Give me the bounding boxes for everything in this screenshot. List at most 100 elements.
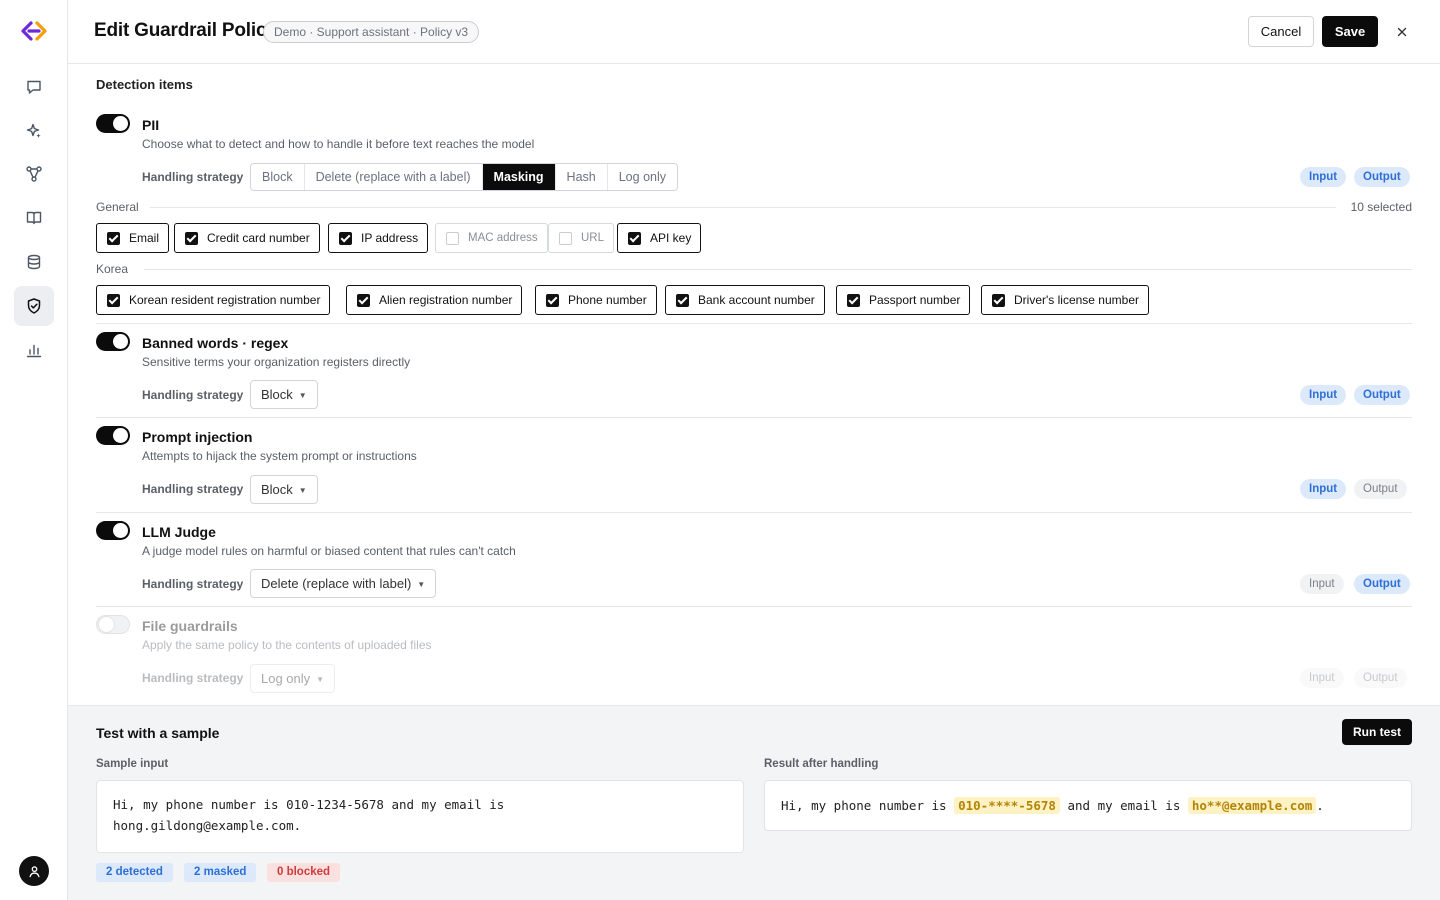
pii-item-passport[interactable]: Passport number — [836, 285, 971, 315]
sidebar — [0, 0, 68, 900]
pii-toggle[interactable] — [96, 114, 130, 133]
pii-item-label: MAC address — [468, 232, 538, 244]
banned-words-input-chip[interactable]: Input — [1300, 385, 1347, 405]
user-avatar[interactable] — [19, 856, 49, 886]
select-value: Delete (replace with label) — [261, 576, 412, 591]
rule-divider — [96, 323, 1412, 324]
result-text: and my email is — [1059, 798, 1188, 813]
sidebar-item-data[interactable] — [14, 242, 54, 282]
pii-item-label: Bank account number — [698, 293, 815, 307]
pii-item-label: Email — [129, 231, 160, 245]
sidebar-item-chat[interactable] — [14, 67, 54, 107]
prompt-injection-input-chip[interactable]: Input — [1300, 479, 1347, 499]
banned-words-toggle[interactable] — [96, 332, 130, 351]
pii-output-chip[interactable]: Output — [1354, 167, 1410, 187]
result-label: Result after handling — [764, 758, 879, 770]
sidebar-item-knowledge[interactable] — [14, 198, 54, 238]
cancel-button[interactable]: Cancel — [1248, 16, 1314, 47]
page-header: Edit Guardrail Policy Demo · Support ass… — [68, 0, 1440, 64]
pii-item-bank-account[interactable]: Bank account number — [665, 285, 825, 315]
llm-judge-strategy-label: Handling strategy — [142, 577, 244, 591]
detection-panel: Detection items PII Choose what to detec… — [68, 64, 1440, 706]
checkbox-icon — [339, 231, 352, 245]
prompt-injection-description: Attempts to hijack the system prompt or … — [142, 449, 417, 463]
result-text: Hi, my phone number is — [781, 798, 955, 813]
run-test-button[interactable]: Run test — [1342, 719, 1412, 745]
result-text: . — [1316, 798, 1324, 813]
select-value: Block — [261, 387, 293, 402]
pii-item-alien-registration[interactable]: Alien registration number — [346, 285, 523, 315]
korea-group-label: Korea — [96, 262, 129, 276]
prompt-injection-toggle[interactable] — [96, 426, 130, 445]
pii-item-resident-registration[interactable]: Korean resident registration number — [96, 285, 331, 315]
banned-words-strategy-select[interactable]: Block ▼ — [250, 380, 318, 409]
pii-item-label: Phone number — [568, 293, 647, 307]
pii-strategy-label: Handling strategy — [142, 170, 244, 184]
strategy-option-delete[interactable]: Delete (replace with a label) — [305, 164, 483, 190]
prompt-injection-title: Prompt injection — [142, 429, 253, 445]
pii-input-chip[interactable]: Input — [1300, 167, 1347, 187]
pii-item-label: Driver's license number — [1014, 293, 1139, 307]
checkbox-icon — [107, 231, 120, 245]
sample-input-field[interactable]: Hi, my phone number is 010-1234-5678 and… — [96, 780, 744, 853]
pii-item-label: URL — [581, 232, 605, 244]
save-button[interactable]: Save — [1322, 16, 1378, 47]
sidebar-item-analytics[interactable] — [14, 330, 54, 370]
file-guardrails-toggle[interactable] — [96, 615, 130, 634]
strategy-option-block[interactable]: Block — [251, 164, 305, 190]
logo-icon[interactable] — [20, 18, 48, 44]
detected-count-badge: 2 detected — [96, 863, 173, 882]
checkbox-icon — [357, 293, 370, 307]
masked-email-highlight: ho**@example.com — [1187, 797, 1317, 814]
sidebar-item-agents[interactable] — [14, 111, 54, 151]
llm-judge-output-chip[interactable]: Output — [1354, 574, 1410, 594]
prompt-injection-strategy-label: Handling strategy — [142, 482, 244, 496]
llm-judge-input-chip[interactable]: Input — [1300, 574, 1344, 594]
chevron-down-icon: ▼ — [316, 675, 325, 684]
file-guardrails-strategy-select[interactable]: Log only ▼ — [250, 664, 336, 693]
selected-count: 10 selected — [1350, 200, 1412, 214]
strategy-option-masking[interactable]: Masking — [482, 164, 556, 190]
file-guardrails-output-chip[interactable]: Output — [1354, 668, 1407, 688]
group-divider — [150, 207, 1336, 208]
pii-item-credit-card[interactable]: Credit card number — [174, 223, 320, 253]
test-title: Test with a sample — [96, 725, 220, 741]
user-icon — [28, 865, 40, 877]
checkbox-icon — [676, 293, 689, 307]
file-guardrails-input-chip[interactable]: Input — [1300, 668, 1344, 688]
database-icon — [27, 254, 41, 270]
rule-divider — [96, 417, 1412, 418]
strategy-option-log-only[interactable]: Log only — [608, 164, 677, 190]
close-button[interactable] — [1391, 21, 1413, 43]
strategy-option-hash[interactable]: Hash — [556, 164, 608, 190]
sparkle-icon — [26, 123, 41, 138]
sidebar-item-workflows[interactable] — [14, 154, 54, 194]
general-group-label: General — [96, 200, 139, 214]
shield-check-icon — [27, 298, 41, 314]
pii-item-label: Passport number — [869, 293, 961, 307]
pii-item-ip-address[interactable]: IP address — [328, 223, 429, 253]
page-title: Edit Guardrail Policy — [94, 20, 277, 41]
sidebar-item-guardrails[interactable] — [14, 286, 54, 326]
file-guardrails-title: File guardrails — [142, 618, 238, 634]
pii-item-phone[interactable]: Phone number — [535, 285, 657, 315]
checkbox-icon — [559, 231, 572, 245]
book-icon — [26, 211, 42, 225]
chevron-down-icon: ▼ — [417, 580, 426, 589]
pii-item-api-key[interactable]: API key — [617, 223, 702, 253]
rule-divider — [96, 512, 1412, 513]
prompt-injection-output-chip[interactable]: Output — [1354, 479, 1407, 499]
checkbox-icon — [992, 293, 1005, 307]
pii-item-label: API key — [650, 231, 692, 245]
llm-judge-strategy-select[interactable]: Delete (replace with label) ▼ — [250, 569, 437, 598]
bar-chart-icon — [26, 344, 42, 358]
pii-item-mac-address[interactable]: MAC address — [435, 223, 548, 253]
pii-description: Choose what to detect and how to handle … — [142, 137, 535, 151]
prompt-injection-strategy-select[interactable]: Block ▼ — [250, 475, 318, 504]
banned-words-output-chip[interactable]: Output — [1354, 385, 1410, 405]
llm-judge-toggle[interactable] — [96, 521, 130, 540]
pii-item-drivers-license[interactable]: Driver's license number — [981, 285, 1149, 315]
chevron-down-icon: ▼ — [298, 391, 307, 400]
pii-item-url[interactable]: URL — [548, 223, 615, 253]
pii-item-email[interactable]: Email — [96, 223, 170, 253]
